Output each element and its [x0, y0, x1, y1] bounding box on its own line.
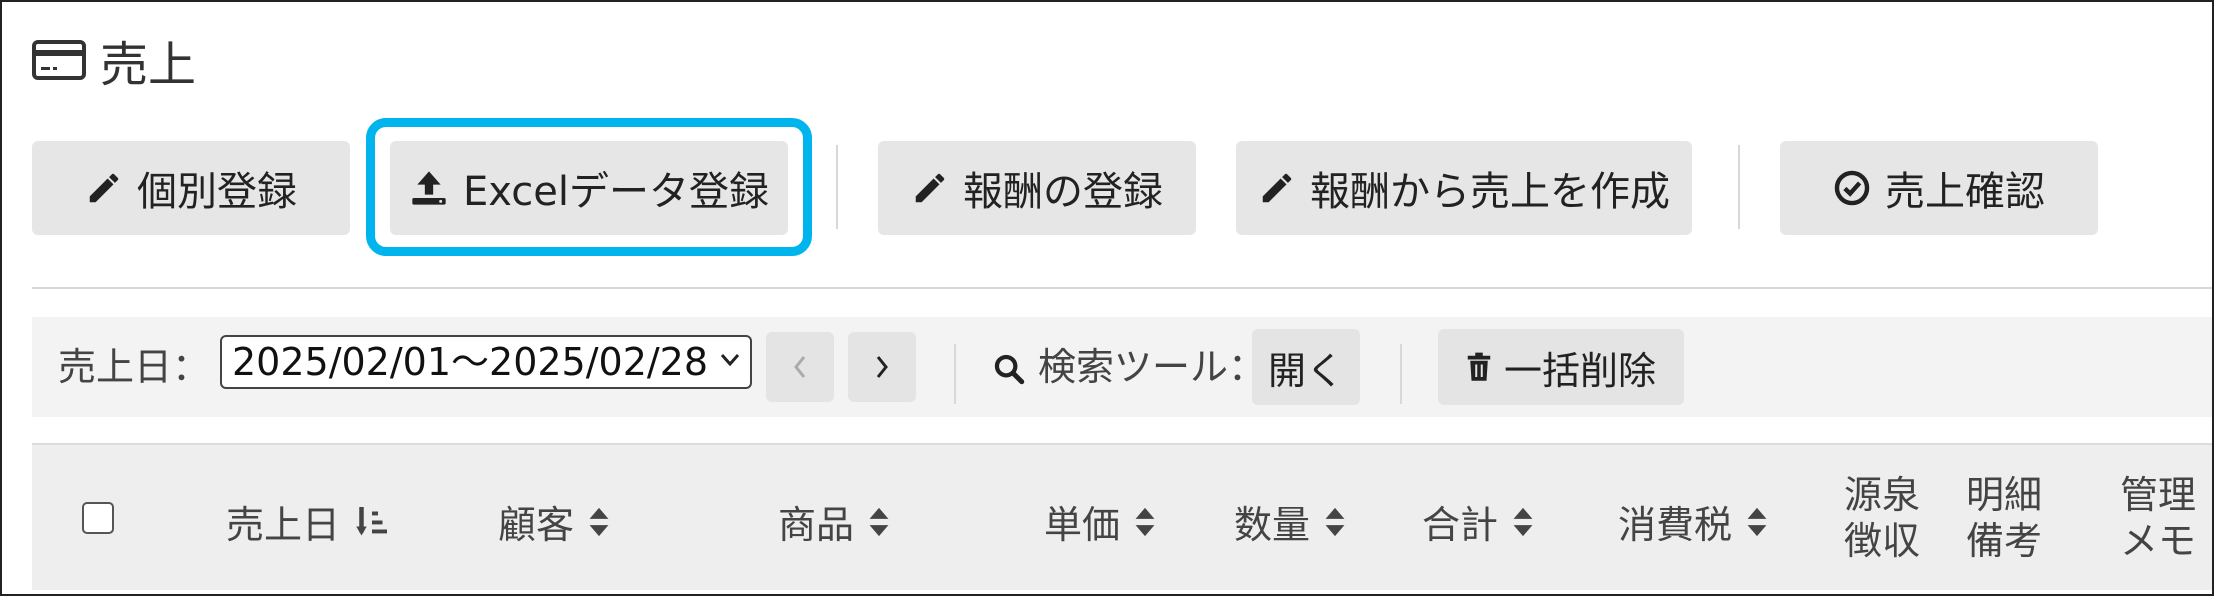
- create-sales-from-reward-label: 報酬から売上を作成: [1310, 169, 1670, 215]
- sales-confirm-label: 売上確認: [1885, 169, 2045, 215]
- bulk-delete-button[interactable]: 一括削除: [1438, 329, 1684, 405]
- bulk-delete-label: 一括削除: [1503, 348, 1656, 393]
- column-admin-memo: 管理 メモ: [2120, 473, 2197, 563]
- select-all-checkbox[interactable]: [82, 502, 114, 534]
- open-label: 開く: [1267, 348, 1344, 393]
- sort-icon: [869, 507, 889, 536]
- filter-divider: [1400, 344, 1402, 404]
- reward-register-button[interactable]: 報酬の登録: [878, 141, 1196, 235]
- toolbar-divider: [836, 145, 838, 229]
- column-quantity[interactable]: 数量: [1234, 494, 1346, 549]
- pencil-icon: [915, 173, 945, 203]
- app-frame: 売上 個別登録 Excelデータ登録 報酬の登録 報酬から売上を作成 売上確認 …: [0, 0, 2214, 596]
- column-consumption-tax[interactable]: 消費税: [1618, 494, 1768, 549]
- column-detail-notes: 明細 備考: [1966, 473, 2043, 563]
- chevron-left-icon: [794, 356, 806, 378]
- column-sales-date[interactable]: 売上日: [226, 494, 390, 549]
- excel-data-register-label: Excelデータ登録: [463, 169, 769, 215]
- upload-icon: [412, 171, 446, 205]
- page-title: 売上: [100, 37, 197, 93]
- trash-icon: [1467, 352, 1491, 381]
- excel-data-register-button[interactable]: Excelデータ登録: [390, 141, 788, 235]
- filter-divider: [954, 344, 956, 404]
- column-product[interactable]: 商品: [778, 494, 890, 549]
- sort-icon: [1747, 507, 1767, 536]
- prev-period-button[interactable]: [766, 332, 834, 402]
- sales-confirm-button[interactable]: 売上確認: [1780, 141, 2098, 235]
- sort-icon: [1325, 507, 1345, 536]
- credit-card-icon: [32, 40, 86, 80]
- page-header: 売上: [32, 32, 196, 93]
- sort-ascending-icon: [356, 506, 388, 535]
- search-icon: [994, 354, 1025, 385]
- toolbar-divider: [1738, 145, 1740, 229]
- section-divider: [32, 287, 2212, 289]
- column-total[interactable]: 合計: [1422, 494, 1534, 549]
- column-customer[interactable]: 顧客: [498, 494, 610, 549]
- column-unit-price[interactable]: 単価: [1044, 494, 1156, 549]
- sort-icon: [589, 507, 609, 536]
- create-sales-from-reward-button[interactable]: 報酬から売上を作成: [1236, 141, 1692, 235]
- date-range-value: 2025/02/01～2025/02/28: [232, 340, 709, 384]
- open-search-tool-button[interactable]: 開く: [1252, 329, 1360, 405]
- date-range-select[interactable]: 2025/02/01～2025/02/28: [220, 335, 752, 389]
- sales-date-label: 売上日：: [58, 345, 211, 389]
- sort-icon: [1135, 507, 1155, 536]
- sort-icon: [1513, 507, 1533, 536]
- reward-register-label: 報酬の登録: [963, 169, 1163, 215]
- check-circle-icon: [1834, 170, 1870, 206]
- chevron-right-icon: [876, 356, 888, 378]
- individual-register-button[interactable]: 個別登録: [32, 141, 350, 235]
- pencil-icon: [1262, 173, 1292, 203]
- pencil-icon: [89, 173, 119, 203]
- column-withholding: 源泉 徴収: [1844, 473, 1921, 563]
- next-period-button[interactable]: [848, 332, 916, 402]
- individual-register-label: 個別登録: [137, 169, 297, 215]
- search-tool-label: 検索ツール：: [1038, 345, 1267, 389]
- chevron-down-icon: [720, 354, 740, 367]
